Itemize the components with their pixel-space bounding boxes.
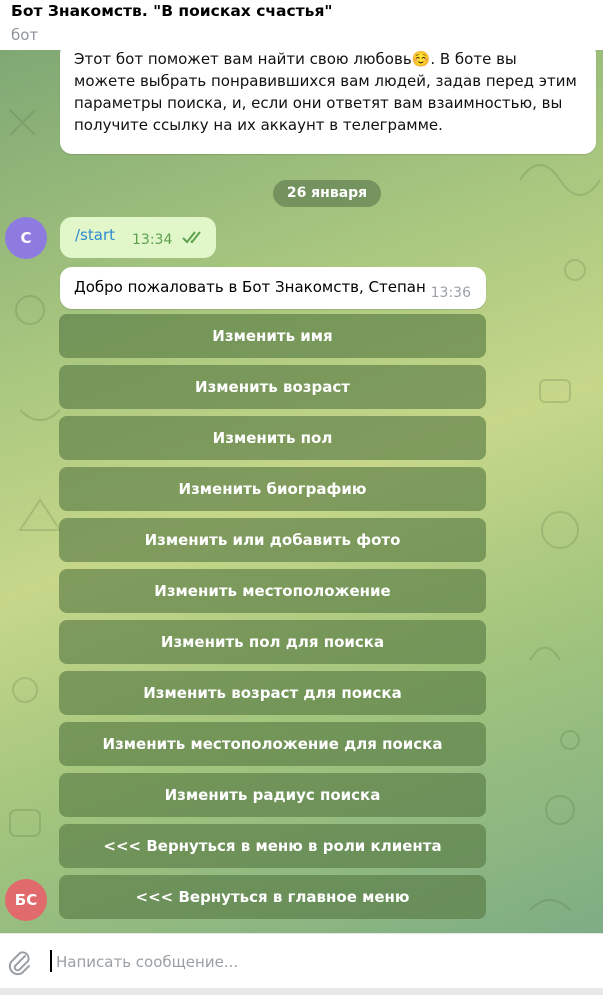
- change-search-gender-button[interactable]: Изменить пол для поиска: [59, 620, 486, 664]
- change-search-radius-button[interactable]: Изменить радиус поиска: [59, 773, 486, 817]
- message-time: 13:34: [132, 232, 173, 248]
- change-photo-button[interactable]: Изменить или добавить фото: [59, 518, 486, 562]
- change-age-button[interactable]: Изменить возраст: [59, 365, 486, 409]
- date-separator: 26 января: [273, 180, 381, 207]
- attach-icon[interactable]: [6, 948, 32, 976]
- change-gender-button[interactable]: Изменить пол: [59, 416, 486, 460]
- message-time: 13:36: [430, 285, 471, 301]
- start-command-link[interactable]: /start: [75, 226, 115, 244]
- change-location-button[interactable]: Изменить местоположение: [59, 569, 486, 613]
- back-to-client-menu-button[interactable]: <<< Вернуться в меню в роли клиента: [59, 824, 486, 868]
- intro-message: Этот бот поможет вам найти свою любовь☺️…: [60, 50, 596, 154]
- change-name-button[interactable]: Изменить имя: [59, 314, 486, 358]
- welcome-message: Добро пожаловать в Бот Знакомств, Степан…: [60, 267, 486, 309]
- user-avatar[interactable]: С: [5, 217, 47, 259]
- message-composer: [0, 933, 603, 989]
- change-search-location-button[interactable]: Изменить местоположение для поиска: [59, 722, 486, 766]
- change-bio-button[interactable]: Изменить биографию: [59, 467, 486, 511]
- chat-header[interactable]: Бот Знакомств. "В поисках счастья" бот: [0, 0, 603, 50]
- welcome-text: Добро пожаловать в Бот Знакомств, Степан: [74, 278, 426, 296]
- message-input[interactable]: [54, 946, 578, 978]
- change-search-age-button[interactable]: Изменить возраст для поиска: [59, 671, 486, 715]
- chat-area[interactable]: Этот бот поможет вам найти свою любовь☺️…: [0, 50, 603, 933]
- chat-title: Бот Знакомств. "В поисках счастья": [11, 2, 333, 20]
- outgoing-message: /start 13:34: [60, 217, 216, 258]
- bot-avatar[interactable]: БС: [5, 879, 47, 921]
- text-cursor: [50, 950, 52, 972]
- bottom-edge: [0, 988, 603, 995]
- back-to-main-menu-button[interactable]: <<< Вернуться в главное меню: [59, 875, 486, 919]
- chat-subtitle: бот: [11, 26, 39, 44]
- double-check-icon: [182, 231, 201, 244]
